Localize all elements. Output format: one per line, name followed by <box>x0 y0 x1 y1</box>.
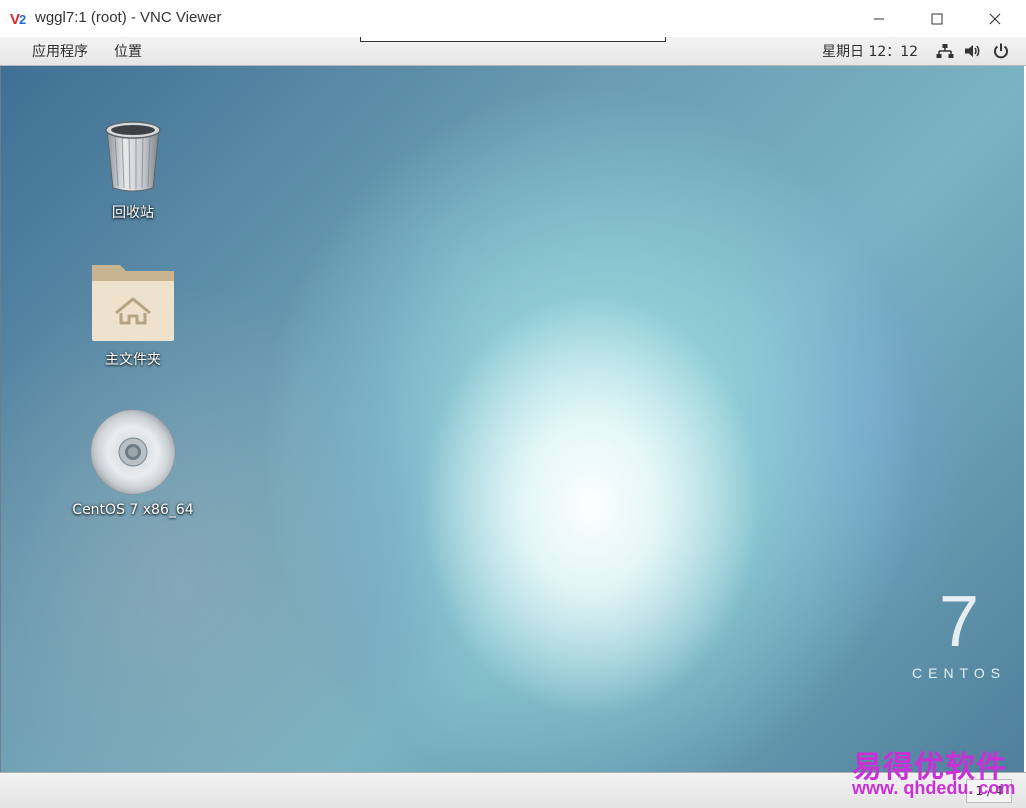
close-icon <box>989 13 1001 24</box>
close-button[interactable] <box>966 0 1024 37</box>
network-icon[interactable] <box>936 42 954 60</box>
home-folder-icon <box>92 265 174 341</box>
window-border-left <box>0 66 1 772</box>
desktop-icon-label: 主文件夹 <box>105 352 161 368</box>
desktop-icon-trash[interactable]: 回收站 <box>63 116 203 222</box>
disc-icon <box>90 409 176 495</box>
centos-7-branding: 7 <box>939 586 979 656</box>
svg-text:2: 2 <box>19 12 26 27</box>
desktop[interactable]: 回收站 主文件夹 CentOS 7 x86_64 7 CENTOS <box>1 66 1024 772</box>
desktop-icon-label: CentOS 7 x86_64 <box>72 502 194 518</box>
desktop-icon-disc[interactable]: CentOS 7 x86_64 <box>63 408 203 518</box>
window-title: wggl7:1 (root) - VNC Viewer <box>35 9 222 26</box>
panel-popup-edge <box>360 37 666 42</box>
desktop-icon-label: 回收站 <box>112 205 154 221</box>
trash-icon <box>105 121 161 192</box>
desktop-icon-home-folder[interactable]: 主文件夹 <box>63 261 203 369</box>
clock[interactable]: 星期日 12：12 <box>822 41 918 61</box>
centos-branding-word: CENTOS <box>912 665 1007 681</box>
places-menu[interactable]: 位置 <box>114 41 142 61</box>
volume-icon[interactable] <box>964 42 982 60</box>
vnc-viewer-logo-icon: V 2 <box>10 11 26 27</box>
branding-number: 7 <box>939 586 979 656</box>
minimize-icon <box>874 18 884 19</box>
applications-menu[interactable]: 应用程序 <box>32 41 88 61</box>
watermark-url: www. qhdedu. com <box>852 778 1016 798</box>
minimize-button[interactable] <box>850 0 908 37</box>
maximize-button[interactable] <box>908 0 966 37</box>
maximize-icon <box>931 13 943 24</box>
power-icon[interactable] <box>992 42 1010 60</box>
window-titlebar[interactable]: V 2 wggl7:1 (root) - VNC Viewer <box>0 0 1026 37</box>
